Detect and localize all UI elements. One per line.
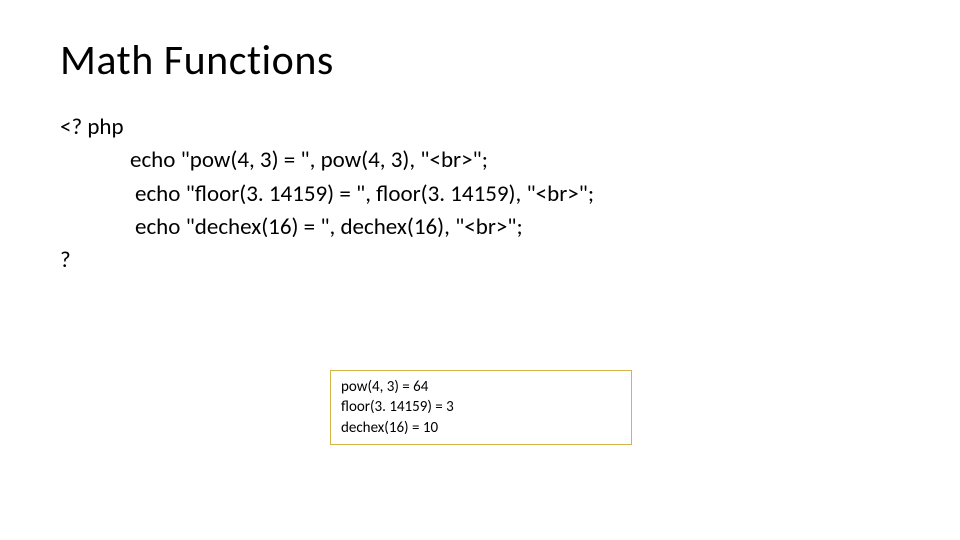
code-line-3: echo "dechex(16) = ", dechex(16), "<br>"… bbox=[135, 211, 900, 244]
code-line-2: echo "floor(3. 14159) = ", floor(3. 1415… bbox=[135, 178, 900, 211]
code-line-open: <? php bbox=[60, 111, 900, 144]
slide-title: Math Functions bbox=[60, 35, 900, 86]
output-line-2: floor(3. 14159) = 3 bbox=[341, 397, 621, 417]
code-line-1: echo "pow(4, 3) = ", pow(4, 3), "<br>"; bbox=[130, 144, 900, 177]
output-box: pow(4, 3) = 64 floor(3. 14159) = 3 deche… bbox=[330, 370, 632, 445]
output-line-3: dechex(16) = 10 bbox=[341, 418, 621, 438]
code-line-close: ? bbox=[60, 244, 900, 277]
code-block: <? php echo "pow(4, 3) = ", pow(4, 3), "… bbox=[60, 111, 900, 278]
output-line-1: pow(4, 3) = 64 bbox=[341, 377, 621, 397]
slide: Math Functions <? php echo "pow(4, 3) = … bbox=[0, 0, 960, 540]
